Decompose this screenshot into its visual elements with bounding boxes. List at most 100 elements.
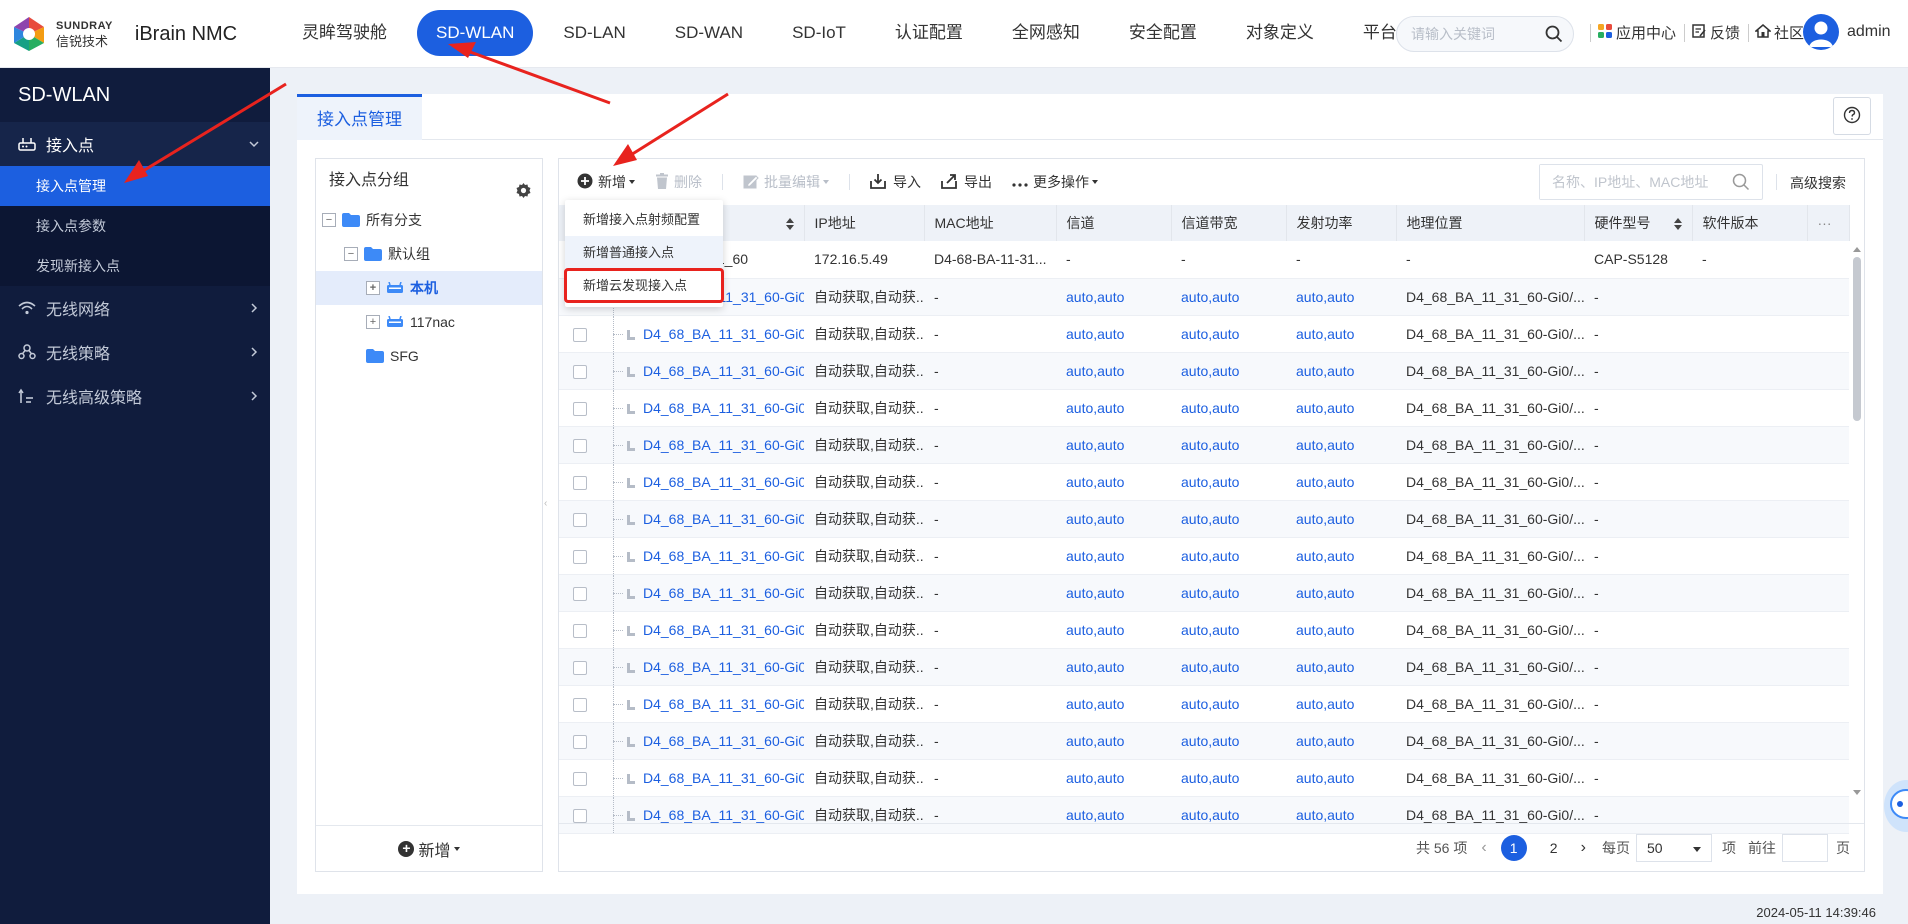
row-channel[interactable]: auto,auto <box>1056 759 1171 797</box>
search-icon[interactable] <box>1545 25 1563 46</box>
row-bandwidth[interactable]: auto,auto <box>1171 426 1286 464</box>
row-name[interactable]: D4_68_BA_11_31_60-Gi0 <box>599 500 804 538</box>
nav-auth-config[interactable]: 认证配置 <box>876 10 982 56</box>
sidebar-group-access-point[interactable]: 接入点 <box>0 122 270 166</box>
row-name[interactable]: D4_68_BA_11_31_60-Gi0 <box>599 722 804 760</box>
menu-item-add-ap-radio-config[interactable]: 新增接入点射频配置 <box>565 203 723 236</box>
collapse-icon[interactable]: − <box>322 213 336 227</box>
sidebar-item-ap-management[interactable]: 接入点管理 <box>0 166 270 206</box>
tree-node-all-branches[interactable]: − 所有分支 <box>316 203 542 237</box>
row-power[interactable]: auto,auto <box>1286 426 1396 464</box>
row-power[interactable]: auto,auto <box>1286 278 1396 316</box>
page-1-button[interactable]: 1 <box>1500 834 1527 861</box>
table-row[interactable]: D4_68_BA_11_31_60-Gi0 自动获取,自动获... - auto,au… <box>559 463 1849 501</box>
row-select[interactable] <box>559 722 599 760</box>
row-checkbox[interactable] <box>573 808 587 823</box>
row-bandwidth[interactable]: auto,auto <box>1171 574 1286 612</box>
row-name[interactable]: D4_68_BA_11_31_60-Gi0 <box>599 574 804 612</box>
row-bandwidth[interactable]: auto,auto <box>1171 500 1286 538</box>
expand-icon[interactable]: + <box>366 315 380 329</box>
row-name[interactable]: D4_68_BA_11_31_60-Gi0 <box>599 759 804 797</box>
tree-node-default-group[interactable]: − 默认组 <box>316 237 542 271</box>
row-checkbox[interactable] <box>573 660 587 675</box>
row-power[interactable]: auto,auto <box>1286 389 1396 427</box>
row-name[interactable]: D4_68_BA_11_31_60-Gi0 <box>599 389 804 427</box>
batch-edit-button[interactable]: 批量编辑 <box>743 172 829 192</box>
row-power[interactable]: auto,auto <box>1286 611 1396 649</box>
row-channel[interactable]: auto,auto <box>1056 426 1171 464</box>
row-channel[interactable]: auto,auto <box>1056 278 1171 316</box>
nav-cockpit[interactable]: 灵眸驾驶舱 <box>283 10 406 56</box>
row-name[interactable]: D4_68_BA_11_31_60-Gi0 <box>599 315 804 353</box>
page-size-select[interactable]: 50 <box>1636 833 1712 862</box>
row-bandwidth[interactable]: auto,auto <box>1171 648 1286 686</box>
row-select[interactable] <box>559 500 599 538</box>
collapse-icon[interactable]: − <box>344 247 358 261</box>
row-power[interactable]: auto,auto <box>1286 759 1396 797</box>
row-bandwidth[interactable]: auto,auto <box>1171 389 1286 427</box>
nav-sd-wan[interactable]: SD-WAN <box>656 10 762 56</box>
row-bandwidth[interactable]: auto,auto <box>1171 722 1286 760</box>
import-button[interactable]: 导入 <box>870 172 921 192</box>
table-row[interactable]: D4_68_BA_11_31_60-Gi0 自动获取,自动获... - auto,au… <box>559 500 1849 538</box>
row-channel[interactable]: auto,auto <box>1056 352 1171 390</box>
table-row[interactable]: D4_68_BA_11_31_60-Gi0 自动获取,自动获... - auto,au… <box>559 759 1849 797</box>
row-power[interactable]: auto,auto <box>1286 574 1396 612</box>
sidebar-group-advanced-policy[interactable]: 无线高级策略 <box>0 374 270 418</box>
prev-page-icon[interactable]: ‹ <box>1481 839 1486 857</box>
row-power[interactable]: auto,auto <box>1286 722 1396 760</box>
table-row[interactable]: _11_31_60 172.16.5.49 D4-68-BA-11-31... … <box>559 241 1849 279</box>
col-model[interactable]: 硬件型号 <box>1584 205 1693 241</box>
row-checkbox[interactable] <box>573 327 587 342</box>
add-button[interactable]: 新增 <box>577 172 635 192</box>
row-select[interactable] <box>559 685 599 723</box>
row-channel[interactable]: auto,auto <box>1056 315 1171 353</box>
row-channel[interactable]: auto,auto <box>1056 389 1171 427</box>
row-checkbox[interactable] <box>573 549 587 564</box>
advanced-search-button[interactable]: 高级搜索 <box>1776 173 1846 193</box>
row-bandwidth[interactable]: auto,auto <box>1171 278 1286 316</box>
row-checkbox[interactable] <box>573 438 587 453</box>
row-checkbox[interactable] <box>573 364 587 379</box>
row-channel[interactable]: auto,auto <box>1056 685 1171 723</box>
user-menu[interactable]: admin <box>1803 14 1891 50</box>
brand-logo[interactable]: SUNDRAY 信锐技术 iBrain NMC <box>10 14 237 54</box>
goto-page-input[interactable] <box>1782 833 1828 862</box>
row-select[interactable] <box>559 574 599 612</box>
tab-ap-management[interactable]: 接入点管理 <box>297 94 422 140</box>
row-select[interactable] <box>559 389 599 427</box>
row-power[interactable]: auto,auto <box>1286 500 1396 538</box>
table-row[interactable]: D4_68_BA_11_31_60-Gi0 自动获取,自动获... - auto,au… <box>559 352 1849 390</box>
page-2-button[interactable]: 2 <box>1541 835 1567 861</box>
search-icon[interactable] <box>1732 173 1750 194</box>
sort-icon[interactable] <box>1673 217 1682 233</box>
row-name[interactable]: D4_68_BA_11_31_60-Gi0 <box>599 611 804 649</box>
row-channel[interactable]: auto,auto <box>1056 648 1171 686</box>
next-page-icon[interactable]: › <box>1581 839 1586 857</box>
nav-sd-wlan[interactable]: SD-WLAN <box>417 10 534 56</box>
row-bandwidth[interactable]: auto,auto <box>1171 759 1286 797</box>
nav-sd-iot[interactable]: SD-IoT <box>773 10 865 56</box>
row-bandwidth[interactable]: auto,auto <box>1171 611 1286 649</box>
row-checkbox[interactable] <box>573 697 587 712</box>
row-name[interactable]: D4_68_BA_11_31_60-Gi0 <box>599 463 804 501</box>
nav-security-config[interactable]: 安全配置 <box>1110 10 1216 56</box>
row-name[interactable]: D4_68_BA_11_31_60-Gi0 <box>599 685 804 723</box>
row-checkbox[interactable] <box>573 475 587 490</box>
community-button[interactable]: 社区 <box>1754 22 1804 43</box>
row-channel[interactable]: auto,auto <box>1056 463 1171 501</box>
row-power[interactable]: auto,auto <box>1286 315 1396 353</box>
row-power[interactable]: auto,auto <box>1286 463 1396 501</box>
row-channel[interactable]: auto,auto <box>1056 500 1171 538</box>
row-channel[interactable]: auto,auto <box>1056 537 1171 575</box>
table-row[interactable]: D4_68_BA_11_31_60-Gi0 自动获取,自动获... - auto,au… <box>559 648 1849 686</box>
menu-item-add-cloud-discovered-ap[interactable]: 新增云发现接入点 <box>564 268 724 303</box>
feedback-button[interactable]: 反馈 <box>1691 22 1740 43</box>
ap-search-input[interactable] <box>1540 165 1720 199</box>
row-checkbox[interactable] <box>573 771 587 786</box>
scroll-up-icon[interactable] <box>1853 247 1861 252</box>
column-settings-button[interactable]: ··· <box>1807 205 1850 241</box>
row-select[interactable] <box>559 463 599 501</box>
sidebar-item-ap-parameters[interactable]: 接入点参数 <box>0 206 270 246</box>
row-name[interactable]: D4_68_BA_11_31_60-Gi0 <box>599 352 804 390</box>
